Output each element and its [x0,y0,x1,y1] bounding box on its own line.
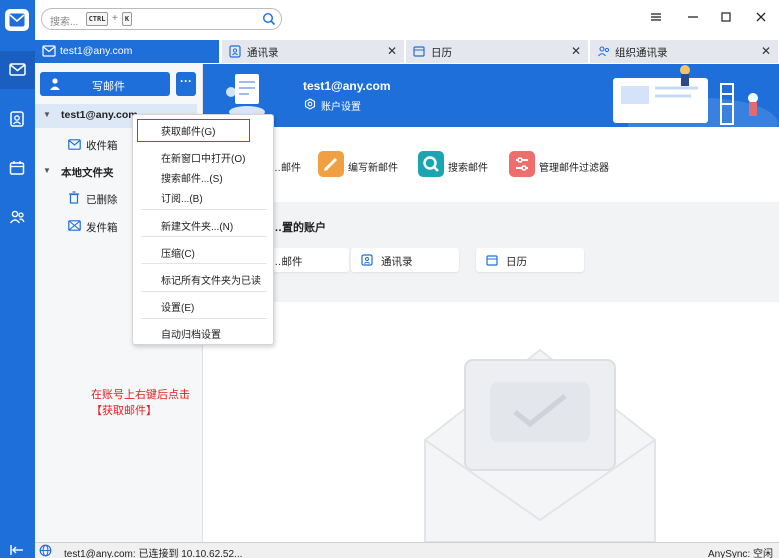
compose-button[interactable]: 写邮件 [40,72,170,96]
close-tab-icon[interactable]: ✕ [387,44,397,58]
tab-contacts[interactable]: 通讯录 ✕ [222,40,405,63]
calendar-nav-icon[interactable] [7,158,27,178]
search-icon[interactable] [262,12,276,26]
account-illustration-icon [226,74,265,118]
account-banner: test1@any.com 账户设置 [203,64,779,127]
menu-get-mail[interactable]: 获取邮件(G) [161,123,215,138]
menu-divider [141,263,267,264]
address-book-icon [361,254,373,266]
app-rail [0,0,35,558]
close-window-icon[interactable] [754,10,768,24]
action-label: …邮件 [271,163,301,174]
folder-label: 收件箱 [86,140,118,152]
folder-label: 发件箱 [86,222,118,234]
card-label: …邮件 [271,256,303,268]
account-settings-link[interactable]: 账户设置 [321,98,361,113]
mail-nav-icon[interactable] [0,51,35,89]
account-label: test1@any.com [61,109,138,121]
card-label: 通讯录 [381,256,413,268]
tab-label: test1@any.com [60,45,133,57]
calendar-icon [413,46,425,57]
status-bar: test1@any.com: 已连接到 10.10.62.52... AnySy… [35,542,779,558]
address-book-icon [229,45,241,58]
instruction-note: 在账号上右键后点击【获取邮件】 [91,389,190,417]
action-label: 编写新邮件 [348,163,398,174]
menu-search-mail[interactable]: 搜索邮件...(S) [161,170,223,185]
chevron-down-icon[interactable]: ▼ [43,166,51,175]
tab-label: 组织通讯录 [615,47,668,59]
menu-mark-all-read[interactable]: 标记所有文件夹为已读 [161,272,261,287]
org-contacts-nav-icon[interactable] [7,207,27,227]
menu-auto-archive[interactable]: 自动归档设置 [161,326,221,341]
org-contacts-icon [598,46,610,57]
menu-divider [141,318,267,319]
contacts-nav-icon[interactable] [7,109,27,129]
tab-calendar[interactable]: 日历 ✕ [406,40,589,63]
folder-label: 已删除 [86,194,118,206]
shortcut-key-ctrl: CTRL [86,12,108,26]
settings-icon[interactable] [304,98,316,110]
action-label: 搜索邮件 [448,163,488,174]
account-home: test1@any.com 账户设置 …邮件 编写新邮件 搜索邮件 管理邮件过滤… [203,64,779,542]
tab-mail-account[interactable]: test1@any.com [35,40,220,63]
collapse-rail[interactable] [0,542,35,558]
inbox-icon [68,139,81,150]
more-options-button[interactable]: ··· [176,72,196,96]
card-label: 日历 [506,256,527,268]
setup-accounts-section: …置的账户 …邮件 通讯录 日历 [203,202,779,302]
calendar-icon [486,255,498,266]
close-tab-icon[interactable]: ✕ [571,44,581,58]
tab-label: 日历 [431,47,452,59]
mail-icon [42,45,56,57]
compose-label: 写邮件 [92,81,125,93]
tab-org-contacts[interactable]: 组织通讯录 ✕ [590,40,779,63]
app-logo-icon [5,9,29,31]
setup-card-contacts[interactable]: 通讯录 [351,248,459,272]
outbox-icon [68,220,81,231]
menu-settings[interactable]: 设置(E) [161,299,194,314]
quick-actions: …邮件 编写新邮件 搜索邮件 管理邮件过滤器 [203,127,779,202]
search-input[interactable]: 搜索... CTRL + K [41,8,282,30]
user-icon [50,78,60,90]
chevron-down-icon[interactable]: ▼ [43,110,51,119]
tab-label: 通讯录 [247,47,279,59]
connection-icon [39,544,52,557]
status-text: test1@any.com: 已连接到 10.10.62.52... [64,549,243,558]
menu-icon[interactable] [649,10,663,24]
menu-subscribe[interactable]: 订阅...(B) [161,190,203,205]
close-tab-icon[interactable]: ✕ [761,44,771,58]
trash-icon [69,191,79,204]
pencil-icon [318,151,344,177]
menu-open-new-window[interactable]: 在新窗口中打开(O) [161,150,245,165]
account-context-menu: 获取邮件(G) 在新窗口中打开(O) 搜索邮件...(S) 订阅...(B) 新… [132,114,274,345]
empty-envelope-illustration [424,348,656,542]
menu-new-folder[interactable]: 新建文件夹...(N) [161,218,233,233]
top-bar: 搜索... CTRL + K [35,0,779,36]
maximize-icon[interactable] [719,10,733,24]
setup-card-calendar[interactable]: 日历 [476,248,584,272]
sync-status: AnySync: 空闲 [707,549,773,558]
search-icon [418,151,444,177]
menu-divider [141,209,267,210]
tab-bar: test1@any.com 通讯录 ✕ 日历 ✕ 组织通讯录 ✕ [35,40,779,64]
local-folders-label: 本地文件夹 [61,167,114,179]
menu-divider [141,236,267,237]
filter-icon [509,151,535,177]
menu-compact[interactable]: 压缩(C) [161,245,195,260]
menu-divider [141,291,267,292]
collapse-icon[interactable] [10,544,24,556]
search-placeholder: 搜索... [50,17,79,28]
setup-heading: …置的账户 [271,222,326,234]
action-label: 管理邮件过滤器 [539,163,609,174]
shortcut-plus: + [112,13,118,24]
minimize-icon[interactable] [686,10,700,24]
account-email: test1@any.com [303,79,391,93]
shortcut-key-k: K [122,12,132,26]
banner-illustration [613,65,778,127]
